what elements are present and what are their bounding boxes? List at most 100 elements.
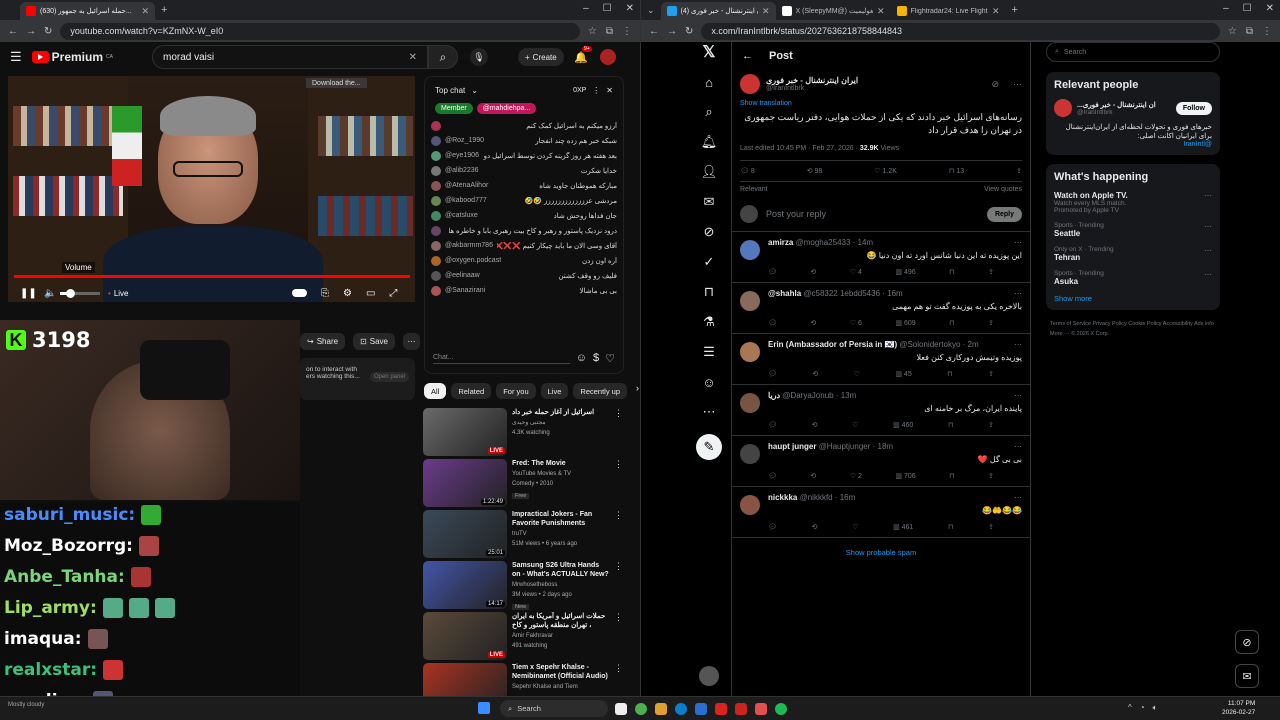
reply-more-icon[interactable]: ⋯ xyxy=(1014,493,1022,502)
post-more-icon[interactable]: ⋯ xyxy=(1013,79,1022,90)
share-icon[interactable]: ⇪ xyxy=(1016,167,1022,175)
reply-handle[interactable]: @mogha25433 · 14m xyxy=(796,238,874,247)
profile-icon[interactable]: ☺ xyxy=(701,374,717,390)
reply-like-button[interactable]: ♡ 4 xyxy=(850,268,862,276)
file-explorer-icon[interactable] xyxy=(655,703,667,715)
filter-chip[interactable]: Live xyxy=(540,383,569,399)
gmail-icon[interactable] xyxy=(735,703,747,715)
url-field[interactable]: x.com/IranIntlbrk/status/202763621875884… xyxy=(701,22,1220,40)
channel-name[interactable]: Sepehr Khalse and Tiem xyxy=(512,683,609,691)
bookmark-stat[interactable]: ⊓ 13 xyxy=(949,167,964,175)
trend-more-icon[interactable]: ⋯ xyxy=(1204,246,1212,255)
reply-more-icon[interactable]: ⋯ xyxy=(1014,442,1022,451)
more-circle-icon[interactable]: ⋯ xyxy=(701,404,717,420)
x-logo-icon[interactable]: 𝕏 xyxy=(701,44,717,61)
grok-float-icon[interactable]: ⊘ xyxy=(1235,630,1259,654)
settings-gear-icon[interactable]: ⚙ xyxy=(343,288,352,299)
chat-close-icon[interactable]: ✕ xyxy=(606,86,613,95)
back-arrow-icon[interactable]: ← xyxy=(742,50,753,62)
reply-bookmark-icon[interactable]: ⊓ xyxy=(949,268,954,276)
rec-more-icon[interactable]: ⋮ xyxy=(614,561,623,613)
chat-username[interactable]: @AtenaAlihor xyxy=(445,182,488,189)
chat-username[interactable]: @eye1906 xyxy=(445,152,479,159)
share-button[interactable]: ↪ Share xyxy=(300,333,346,350)
heart-icon[interactable]: ♡ xyxy=(605,352,615,365)
chat-avatar[interactable] xyxy=(431,210,441,221)
bell-icon[interactable]: 🔔 xyxy=(574,51,588,64)
chat-avatar[interactable] xyxy=(431,180,441,191)
reply-author[interactable]: @shahla xyxy=(768,289,801,298)
sort-relevant-dropdown[interactable]: Relevant xyxy=(740,186,768,193)
reply-author[interactable]: Erin (Ambassador of Persia in 🇰🇷) xyxy=(768,340,897,349)
close-window-icon[interactable]: ✕ xyxy=(626,3,634,14)
recommendation-item[interactable]: LIVE اسرائیل از آغاز حمله خبر داد مجتبی وح… xyxy=(423,408,623,460)
chat-avatar[interactable] xyxy=(431,195,441,206)
fullscreen-icon[interactable]: ⤢ xyxy=(389,288,397,299)
browser-tab[interactable]: (4) ایران اینترنشنال - خبر فوری ✕ xyxy=(660,2,776,20)
reply-author[interactable]: haupt junger xyxy=(768,442,816,451)
reply-views[interactable]: ▥ 706 xyxy=(895,472,915,480)
reply-comment-icon[interactable]: 💬︎ xyxy=(768,472,777,480)
chat-avatar[interactable] xyxy=(431,165,441,176)
reply-views[interactable]: ▥ 609 xyxy=(895,319,915,327)
bio-link[interactable]: @IranIntl xyxy=(1054,141,1212,148)
menu-dots-icon[interactable]: ⋮ xyxy=(622,26,632,37)
video-thumbnail[interactable]: 25:01 xyxy=(423,510,507,558)
more-actions-button[interactable]: ⋯ xyxy=(403,333,420,350)
download-notice[interactable]: Download the... xyxy=(306,78,367,88)
mic-icon[interactable]: 🎙 xyxy=(470,48,488,66)
reply-views[interactable]: ▥ 496 xyxy=(895,268,915,276)
author-handle[interactable]: @IranIntlbrk xyxy=(766,85,858,92)
member-user-chip[interactable]: @mahdiehpa... xyxy=(476,103,537,114)
trend-more-icon[interactable]: ⋯ xyxy=(1204,191,1212,200)
chat-avatar[interactable] xyxy=(431,150,441,161)
reload-icon[interactable]: ↻ xyxy=(44,26,52,37)
reply-handle[interactable]: @Solonidertokyo · 2m xyxy=(899,340,978,349)
chat-username[interactable]: @oxygen.podcast xyxy=(445,257,501,264)
tab-search-icon[interactable]: ⌄ xyxy=(647,5,655,16)
reply-comment-icon[interactable]: 💬︎ xyxy=(768,421,777,429)
reply-repost-icon[interactable]: ⟲ xyxy=(812,370,818,378)
communities-check-icon[interactable]: ✓ xyxy=(701,254,717,270)
close-window-icon[interactable]: ✕ xyxy=(1266,3,1274,14)
x-search-input[interactable]: ⌕ Search xyxy=(1046,42,1220,62)
view-quotes-link[interactable]: View quotes xyxy=(984,186,1022,193)
reply-avatar[interactable] xyxy=(740,240,760,260)
volume-button[interactable]: 🔈 xyxy=(44,286,56,300)
chat-avatar[interactable] xyxy=(431,120,441,131)
reply-author[interactable]: دریا xyxy=(768,391,780,400)
task-view-icon[interactable] xyxy=(615,703,627,715)
reply-share-icon[interactable]: ⇪ xyxy=(988,268,994,276)
video-thumbnail[interactable]: 14:17 xyxy=(423,561,507,609)
pause-button[interactable]: ❚❚ xyxy=(20,286,37,300)
reply-more-icon[interactable]: ⋯ xyxy=(1014,391,1022,400)
grok-explain-icon[interactable]: ⊘ xyxy=(991,79,999,90)
channel-name[interactable]: truTV xyxy=(512,530,609,538)
video-thumbnail[interactable]: LIVE xyxy=(423,408,507,456)
reply-repost-icon[interactable]: ⟲ xyxy=(810,472,816,480)
search-button[interactable]: ⌕ xyxy=(428,45,458,69)
reply-repost-icon[interactable]: ⟲ xyxy=(810,319,816,327)
reply-more-icon[interactable]: ⋯ xyxy=(1014,289,1022,298)
star-icon[interactable]: ☆ xyxy=(1228,26,1237,37)
emoji-icon[interactable]: ☺ xyxy=(576,352,587,364)
chat-username[interactable]: @Sanazirani xyxy=(445,287,485,294)
show-translation-link[interactable]: Show translation xyxy=(740,100,1022,107)
chat-username[interactable]: @akbarmm786 xyxy=(445,242,493,249)
reply-repost-icon[interactable]: ⟲ xyxy=(812,523,818,531)
recommendation-title[interactable]: حملات اسرائیل و آمریکا به ایران ، تهران … xyxy=(512,612,609,630)
chat-avatar[interactable] xyxy=(431,225,441,236)
messages-float-icon[interactable]: ✉ xyxy=(1235,664,1259,688)
reply-comment-icon[interactable]: 💬︎ xyxy=(768,319,777,327)
person-name[interactable]: ...ان اینترنشنال - خبر فوری xyxy=(1077,101,1171,109)
author-name[interactable]: ایران اینترنشنال - خبر فوری xyxy=(766,76,858,85)
reply-bookmark-icon[interactable]: ⊓ xyxy=(948,421,953,429)
clock[interactable]: 11:07 PM 2026-02-27 xyxy=(1222,699,1255,717)
channel-name[interactable]: Amir Fakhravar xyxy=(512,632,609,640)
new-tab-icon[interactable]: + xyxy=(161,4,167,16)
reply-bookmark-icon[interactable]: ⊓ xyxy=(949,319,954,327)
reply-views[interactable]: ▥ 45 xyxy=(895,370,911,378)
wifi-icon[interactable]: ◔ xyxy=(1140,703,1145,713)
account-avatar[interactable] xyxy=(699,666,719,686)
recommendation-item[interactable]: Tiem x Sepehr Khalse - Nemibinamet (Offi… xyxy=(423,663,623,696)
